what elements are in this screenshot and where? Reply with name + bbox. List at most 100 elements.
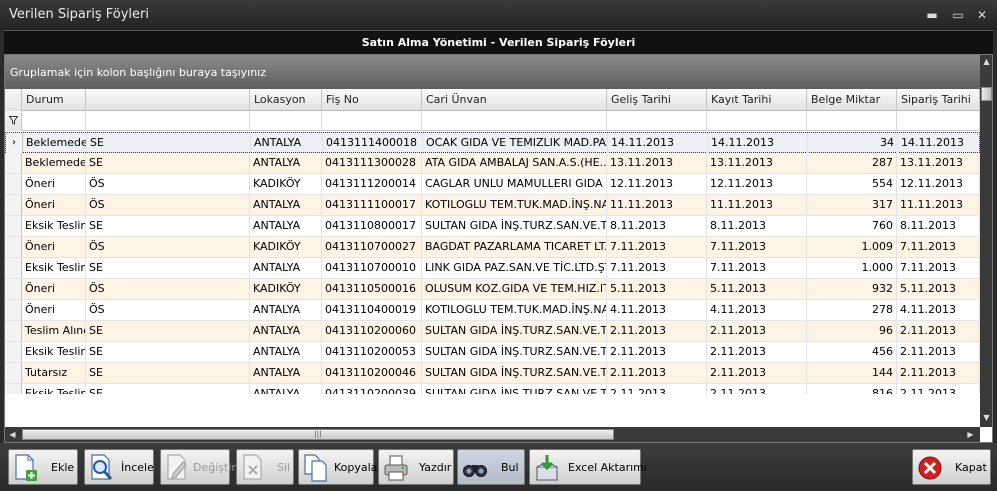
cell-fis-no[interactable]: 0413110500016: [322, 279, 422, 299]
cell-siparis-tarihi[interactable]: 13.11.2013: [897, 153, 980, 173]
filter-belge-miktar[interactable]: [807, 111, 897, 131]
cell-durum[interactable]: Teslim Alındı: [22, 321, 86, 341]
cell-gelis-tarihi[interactable]: 7.11.2013: [607, 258, 707, 278]
cell-cari-unvan[interactable]: OCAK GIDA VE TEMIZLIK MAD.PAZ...: [423, 133, 608, 153]
cell-belge-miktar[interactable]: 278: [807, 300, 897, 320]
table-row[interactable]: Eksik Teslim SE ANTALYA 0413110800017 SULTAN…: [5, 216, 980, 237]
filter-siparis-tarihi[interactable]: [897, 111, 980, 131]
group-panel[interactable]: Gruplamak için kolon başlığını buraya ta…: [5, 55, 980, 89]
cell-siparis-tarihi[interactable]: 14.11.2013: [898, 133, 980, 153]
cell-belge-miktar[interactable]: 760: [807, 216, 897, 236]
table-row[interactable]: Tutarsız SE ANTALYA 0413110200046 SULTAN GID…: [5, 363, 980, 384]
row-indicator[interactable]: [5, 258, 22, 278]
horizontal-scroll-thumb[interactable]: |||: [22, 429, 614, 440]
cell-fis-no[interactable]: 0413110800017: [322, 216, 422, 236]
cell-gelis-tarihi[interactable]: 2.11.2013: [607, 363, 707, 383]
scroll-down-icon[interactable]: ▼: [980, 411, 992, 425]
cell-lokasyon[interactable]: ANTALYA: [250, 363, 322, 383]
cell-cari-unvan[interactable]: LINK GIDA PAZ.SAN.VE TİC.LTD.ŞTİ: [422, 258, 607, 278]
cell-cari-unvan[interactable]: SULTAN GIDA İNŞ.TURZ.SAN.VE.T...: [422, 363, 607, 383]
row-indicator[interactable]: [5, 174, 22, 194]
kapat-button[interactable]: Kapat: [912, 449, 991, 485]
cell-lokasyon[interactable]: ANTALYA: [250, 342, 322, 362]
filter-lokasyon[interactable]: [250, 111, 322, 131]
cell-type[interactable]: SE: [86, 216, 250, 236]
cell-gelis-tarihi[interactable]: 4.11.2013: [607, 300, 707, 320]
table-row[interactable]: Öneri ÖS KADIKÖY 0413110700027 BAGDAT PAZARL…: [5, 237, 980, 258]
cell-gelis-tarihi[interactable]: 8.11.2013: [607, 216, 707, 236]
horizontal-scrollbar[interactable]: ◀ ||| ▶: [5, 427, 980, 442]
col-siparis-tarihi[interactable]: Sipariş Tarihi: [897, 89, 980, 111]
cell-lokasyon[interactable]: ANTALYA: [251, 133, 323, 153]
cell-belge-miktar[interactable]: 144: [807, 363, 897, 383]
cell-durum[interactable]: Eksik Teslim: [22, 216, 86, 236]
cell-type[interactable]: SE: [86, 342, 250, 362]
table-row[interactable]: Teslim AlındıSEANTALYA0413110200060SULTA…: [5, 321, 980, 342]
cell-lokasyon[interactable]: KADIKÖY: [250, 237, 322, 257]
cell-type[interactable]: ÖS: [86, 174, 250, 194]
cell-type[interactable]: ÖS: [86, 195, 250, 215]
cell-siparis-tarihi[interactable]: 2.11.2013: [897, 384, 980, 394]
cell-type[interactable]: SE: [86, 321, 250, 341]
scroll-left-icon[interactable]: ◀: [5, 427, 20, 442]
scroll-up-icon[interactable]: ▲: [980, 55, 992, 69]
cell-durum[interactable]: Öneri: [22, 174, 86, 194]
cell-kayit-tarihi[interactable]: 8.11.2013: [707, 216, 807, 236]
row-indicator[interactable]: [5, 195, 22, 215]
cell-kayit-tarihi[interactable]: 5.11.2013: [707, 279, 807, 299]
cell-kayit-tarihi[interactable]: 2.11.2013: [707, 321, 807, 341]
cell-type[interactable]: SE: [86, 384, 250, 394]
cell-siparis-tarihi[interactable]: 8.11.2013: [897, 216, 980, 236]
cell-type[interactable]: SE: [86, 363, 250, 383]
cell-cari-unvan[interactable]: SULTAN GIDA İNŞ.TURZ.SAN.VE.T...: [422, 321, 607, 341]
cell-belge-miktar[interactable]: 932: [807, 279, 897, 299]
cell-type[interactable]: SE: [86, 258, 250, 278]
cell-durum[interactable]: Eksik Teslim: [22, 384, 86, 394]
yazdir-button[interactable]: Yazdır: [378, 449, 454, 485]
close-window-button[interactable]: ✕: [973, 6, 991, 24]
cell-lokasyon[interactable]: ANTALYA: [250, 258, 322, 278]
cell-durum[interactable]: Öneri: [22, 195, 86, 215]
cell-belge-miktar[interactable]: 287: [807, 153, 897, 173]
cell-siparis-tarihi[interactable]: 12.11.2013: [897, 174, 980, 194]
col-cari-unvan[interactable]: Cari Ünvan: [422, 89, 607, 111]
col-gelis-tarihi[interactable]: Geliş Tarihi: [607, 89, 707, 111]
row-indicator[interactable]: [5, 321, 22, 341]
cell-kayit-tarihi[interactable]: 7.11.2013: [707, 237, 807, 257]
cell-cari-unvan[interactable]: KOTILOGLU TEM.TUK.MAD.İNŞ.NA...: [422, 300, 607, 320]
filter-fis-no[interactable]: [322, 111, 422, 131]
row-indicator[interactable]: [5, 216, 22, 236]
cell-type[interactable]: ÖS: [86, 300, 250, 320]
row-indicator-arrow-icon[interactable]: ›: [6, 133, 23, 153]
cell-gelis-tarihi[interactable]: 13.11.2013: [607, 153, 707, 173]
cell-fis-no[interactable]: 0413110400019: [322, 300, 422, 320]
cell-kayit-tarihi[interactable]: 13.11.2013: [707, 153, 807, 173]
cell-siparis-tarihi[interactable]: 7.11.2013: [897, 237, 980, 257]
cell-durum[interactable]: Eksik Teslim: [22, 258, 86, 278]
cell-gelis-tarihi[interactable]: 14.11.2013: [608, 133, 708, 153]
cell-siparis-tarihi[interactable]: 2.11.2013: [897, 363, 980, 383]
cell-cari-unvan[interactable]: SULTAN GIDA İNŞ.TURZ.SAN.VE.T...: [422, 342, 607, 362]
cell-siparis-tarihi[interactable]: 7.11.2013: [897, 258, 980, 278]
cell-belge-miktar[interactable]: 1.009: [807, 237, 897, 257]
cell-kayit-tarihi[interactable]: 14.11.2013: [708, 133, 808, 153]
cell-fis-no[interactable]: 0413110200046: [322, 363, 422, 383]
cell-kayit-tarihi[interactable]: 7.11.2013: [707, 258, 807, 278]
cell-kayit-tarihi[interactable]: 12.11.2013: [707, 174, 807, 194]
col-belge-miktar[interactable]: Belge Miktar: [807, 89, 897, 111]
cell-cari-unvan[interactable]: CAGLAR UNLU MAMULLERI GIDA S...: [422, 174, 607, 194]
cell-type[interactable]: SE: [87, 133, 251, 153]
cell-cari-unvan[interactable]: SULTAN GIDA İNŞ.TURZ.SAN.VE.T...: [422, 384, 607, 394]
cell-belge-miktar[interactable]: 816: [807, 384, 897, 394]
cell-belge-miktar[interactable]: 456: [807, 342, 897, 362]
col-fis-no[interactable]: Fiş No: [322, 89, 422, 111]
col-lokasyon[interactable]: Lokasyon: [250, 89, 322, 111]
col-durum[interactable]: Durum: [22, 89, 86, 111]
table-row[interactable]: Öneri ÖS ANTALYA 0413111100017 KOTILOGLU TEM…: [5, 195, 980, 216]
cell-fis-no[interactable]: 0413110200053: [322, 342, 422, 362]
maximize-button[interactable]: ▭: [949, 6, 967, 24]
cell-durum[interactable]: Tutarsız: [22, 363, 86, 383]
cell-kayit-tarihi[interactable]: 2.11.2013: [707, 384, 807, 394]
cell-durum[interactable]: Beklemede: [22, 153, 86, 173]
table-row[interactable]: Eksik Teslim SE ANTALYA 0413110700010 LINK G…: [5, 258, 980, 279]
